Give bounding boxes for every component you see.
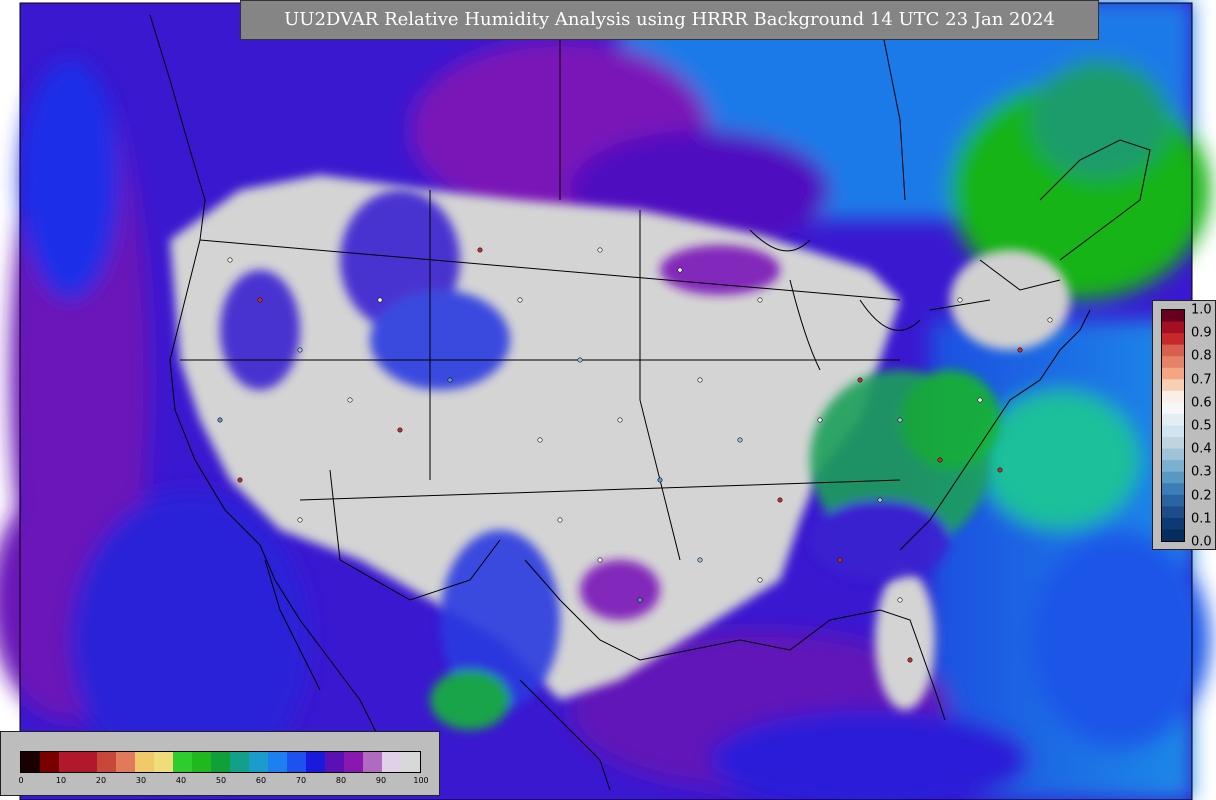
humidity-map bbox=[0, 0, 1210, 800]
analysis-colorbar-tick-label: 70 bbox=[295, 776, 307, 785]
observation-colorbar-segment bbox=[1162, 437, 1184, 450]
observation-colorbar-segment bbox=[1162, 390, 1184, 403]
analysis-colorbar-segment bbox=[154, 752, 174, 772]
analysis-colorbar-segment bbox=[97, 752, 117, 772]
analysis-colorbar-segment bbox=[211, 752, 231, 772]
analysis-colorbar-segment bbox=[363, 752, 383, 772]
analysis-colorbar-tick-label: 20 bbox=[95, 776, 107, 785]
analysis-colorbar-segment bbox=[230, 752, 250, 772]
observation-colorbar-gradient bbox=[1161, 309, 1185, 542]
analysis-colorbar-tick-label: 0 bbox=[18, 776, 24, 785]
observation-colorbar-segment bbox=[1162, 425, 1184, 438]
analysis-colorbar-segment bbox=[249, 752, 269, 772]
map-title: UU2DVAR Relative Humidity Analysis using… bbox=[240, 0, 1099, 40]
observation-colorbar-segment bbox=[1162, 448, 1184, 461]
observation-colorbar-segment bbox=[1162, 506, 1184, 519]
observation-colorbar-segment bbox=[1162, 321, 1184, 334]
analysis-colorbar-gradient bbox=[20, 751, 421, 773]
observation-colorbar-segment bbox=[1162, 310, 1184, 323]
observation-colorbar-tick-label: 0.2 bbox=[1191, 488, 1212, 504]
observation-colorbar-tick-label: 0.3 bbox=[1191, 464, 1212, 480]
analysis-colorbar-tick-label: 90 bbox=[375, 776, 387, 785]
analysis-colorbar-segment bbox=[287, 752, 307, 772]
observation-colorbar-tick-label: 0.5 bbox=[1191, 418, 1212, 434]
analysis-colorbar-tick-label: 60 bbox=[255, 776, 267, 785]
observation-colorbar-segment bbox=[1162, 517, 1184, 530]
observation-colorbar-tick-label: 0.7 bbox=[1191, 372, 1212, 388]
analysis-colorbar-segment bbox=[116, 752, 136, 772]
observation-colorbar-tick-label: 0.8 bbox=[1191, 348, 1212, 364]
observation-colorbar-tick-label: 0.0 bbox=[1191, 534, 1212, 550]
observation-colorbar-segment bbox=[1162, 367, 1184, 380]
observation-colorbar-segment bbox=[1162, 379, 1184, 392]
analysis-colorbar: 0 10 20 30 40 50 60 70 80 90 100 bbox=[0, 731, 440, 796]
analysis-colorbar-segment bbox=[268, 752, 288, 772]
analysis-colorbar-segment bbox=[40, 752, 60, 772]
observation-colorbar-segment bbox=[1162, 460, 1184, 473]
observation-colorbar-tick-label: 0.1 bbox=[1191, 511, 1212, 527]
observation-colorbar-segment bbox=[1162, 471, 1184, 484]
observation-colorbar-segment bbox=[1162, 494, 1184, 507]
observation-colorbar-tick-label: 0.4 bbox=[1191, 441, 1212, 457]
observation-colorbar-segment bbox=[1162, 413, 1184, 426]
analysis-colorbar-segment bbox=[344, 752, 364, 772]
observation-colorbar-segment bbox=[1162, 402, 1184, 415]
analysis-colorbar-tick-label: 40 bbox=[175, 776, 187, 785]
analysis-colorbar-tick-label: 30 bbox=[135, 776, 147, 785]
observation-colorbar-segment bbox=[1162, 529, 1184, 541]
observation-colorbar: 1.0 0.9 0.8 0.7 0.6 0.5 0.4 0.3 0.2 0.1 0.0 bbox=[1152, 300, 1216, 550]
observation-colorbar-segment bbox=[1162, 344, 1184, 357]
analysis-colorbar-tick-label: 50 bbox=[215, 776, 227, 785]
observation-colorbar-tick-label: 0.6 bbox=[1191, 395, 1212, 411]
analysis-colorbar-segment bbox=[173, 752, 193, 772]
analysis-colorbar-segment bbox=[59, 752, 79, 772]
analysis-colorbar-segment bbox=[325, 752, 345, 772]
analysis-colorbar-tick-label: 80 bbox=[335, 776, 347, 785]
analysis-colorbar-tick-label: 10 bbox=[55, 776, 67, 785]
analysis-colorbar-segment bbox=[192, 752, 212, 772]
observation-colorbar-segment bbox=[1162, 356, 1184, 369]
analysis-colorbar-segment bbox=[401, 752, 420, 772]
analysis-colorbar-segment bbox=[135, 752, 155, 772]
analysis-colorbar-segment bbox=[382, 752, 402, 772]
observation-colorbar-segment bbox=[1162, 483, 1184, 496]
observation-colorbar-tick-label: 0.9 bbox=[1191, 325, 1212, 341]
observation-colorbar-segment bbox=[1162, 333, 1184, 346]
analysis-colorbar-segment bbox=[21, 752, 41, 772]
observation-colorbar-tick-label: 1.0 bbox=[1191, 302, 1212, 318]
analysis-colorbar-segment bbox=[78, 752, 98, 772]
analysis-colorbar-segment bbox=[306, 752, 326, 772]
analysis-colorbar-tick-label: 100 bbox=[413, 776, 429, 785]
